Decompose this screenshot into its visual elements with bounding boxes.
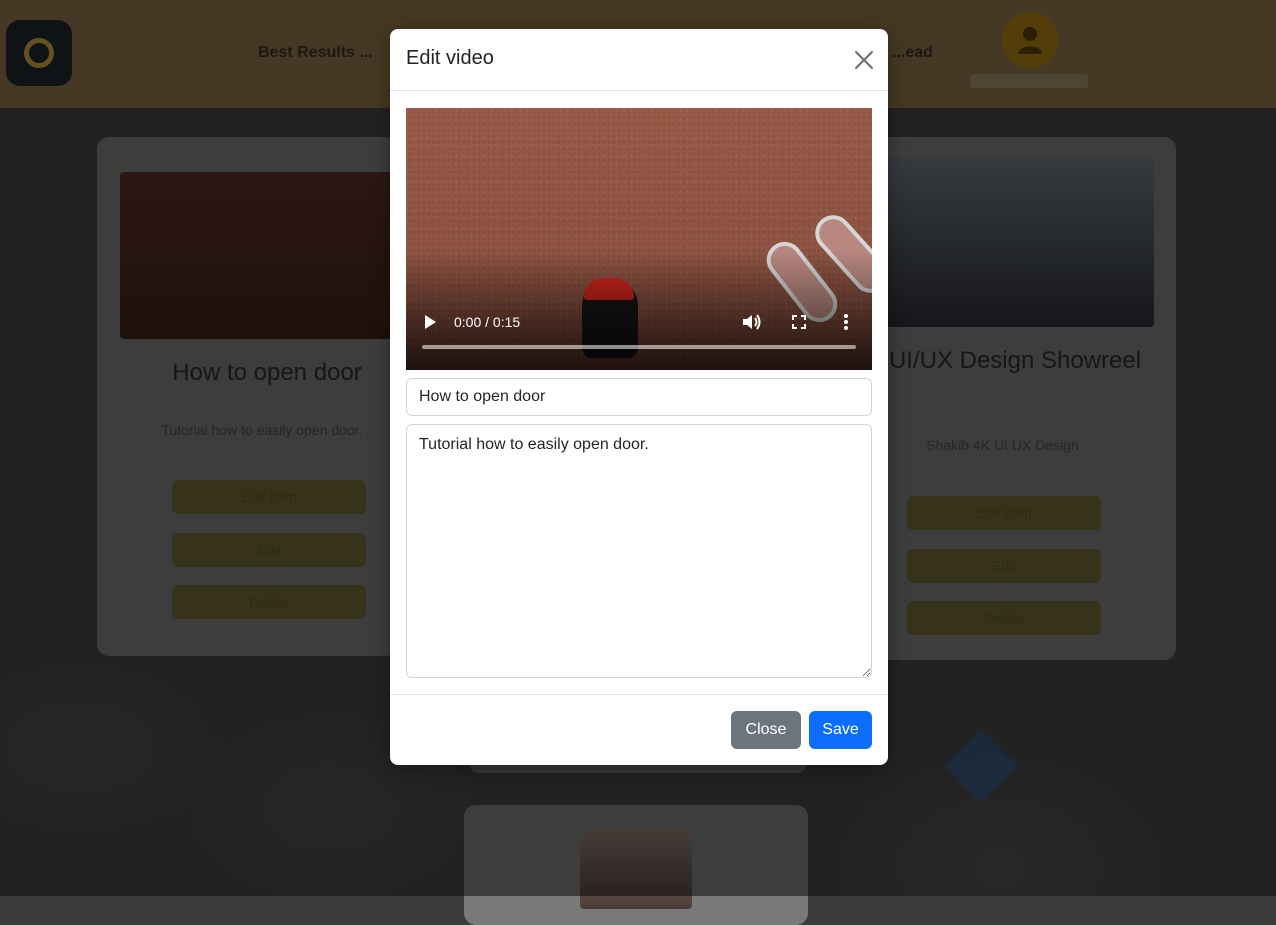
video-description-textarea[interactable]: Tutorial how to easily open door. (406, 424, 872, 678)
video-player[interactable]: 0:00 / 0:15 (406, 108, 872, 370)
modal-title: Edit video (406, 47, 494, 69)
close-modal-button[interactable] (850, 48, 878, 72)
video-progress-bar[interactable] (422, 345, 856, 349)
save-button[interactable]: Save (809, 711, 872, 749)
modal-header: Edit video (390, 29, 888, 91)
close-button[interactable]: Close (731, 711, 801, 749)
video-controls-shade (406, 250, 872, 370)
volume-button[interactable] (740, 311, 764, 333)
close-icon (855, 51, 873, 69)
more-vertical-icon (844, 314, 848, 330)
edit-video-modal: Edit video 0:00 / 0:15 How to open door … (390, 29, 888, 765)
fullscreen-button[interactable] (788, 311, 810, 333)
play-icon (425, 315, 436, 329)
volume-icon (743, 314, 761, 330)
fullscreen-icon (792, 315, 806, 329)
video-title-input[interactable] (406, 378, 872, 416)
modal-footer: Close Save (390, 694, 888, 765)
video-time: 0:00 / 0:15 (454, 314, 521, 330)
more-options-button[interactable] (838, 311, 854, 333)
play-button[interactable] (420, 312, 440, 332)
